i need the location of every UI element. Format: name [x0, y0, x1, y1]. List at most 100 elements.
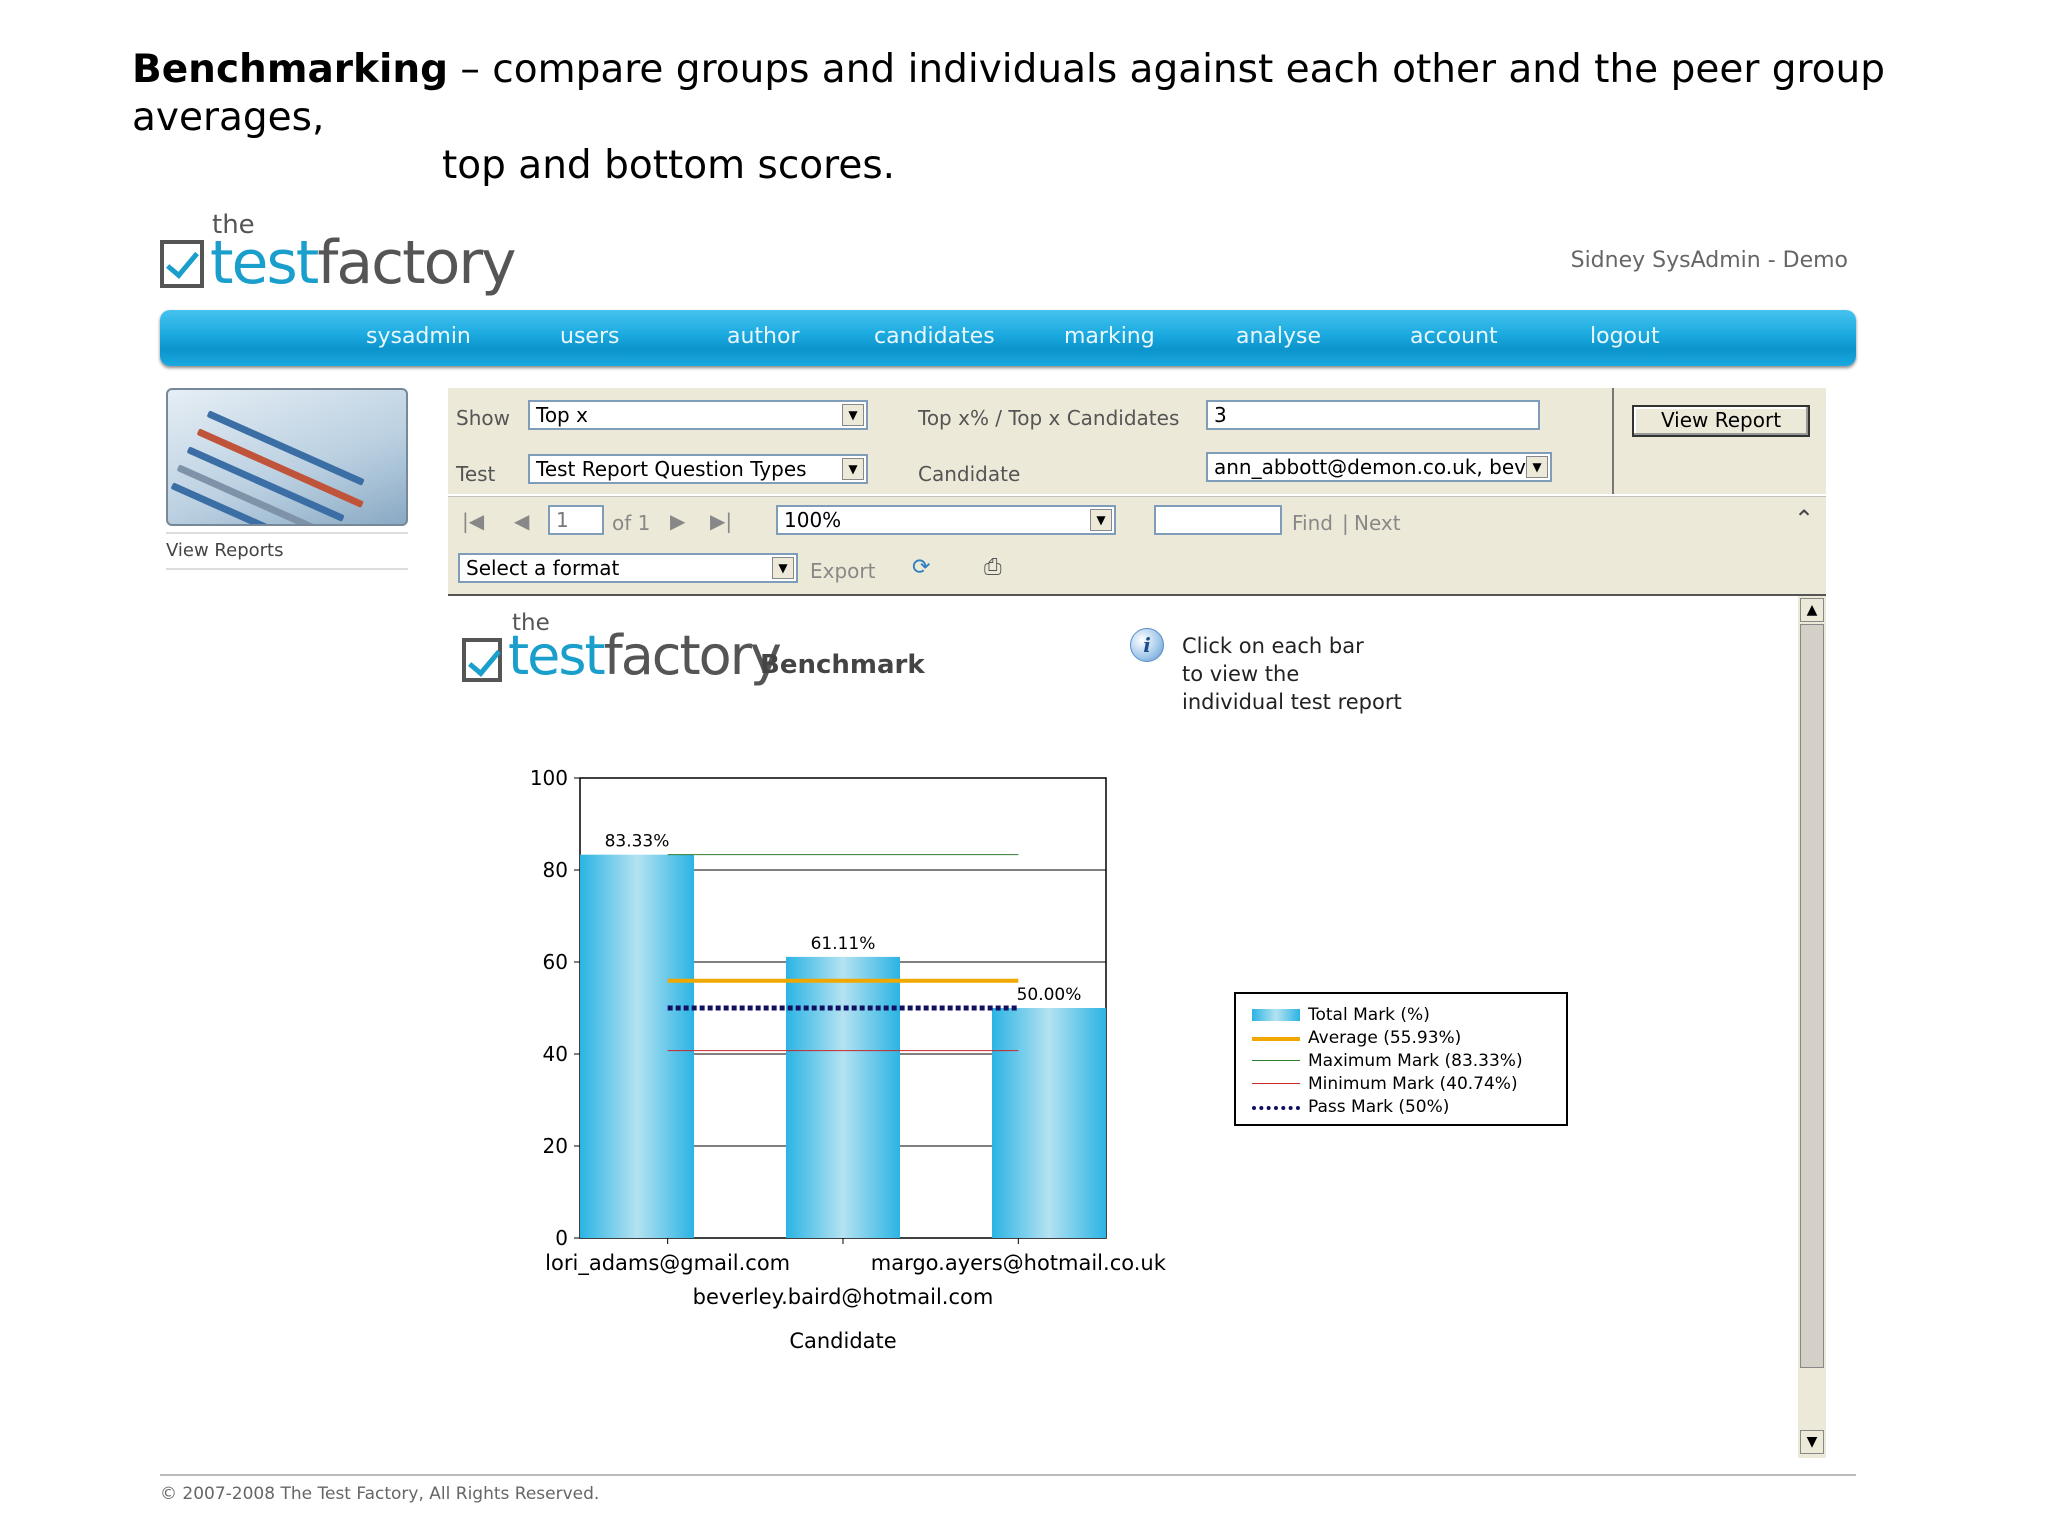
- bar-value-label: 61.11%: [811, 934, 876, 954]
- view-reports-link[interactable]: View Reports: [166, 540, 283, 561]
- legend-swatch-line: [1252, 1083, 1300, 1084]
- checkbox-logo-icon: [160, 240, 204, 288]
- test-label: Test: [456, 462, 496, 486]
- legend-label: Maximum Mark (83.33%): [1308, 1051, 1523, 1071]
- chart-hint: Click on each bar to view the individual…: [1182, 634, 1402, 714]
- export-format-select[interactable]: Select a format ▼: [458, 553, 798, 583]
- y-tick-label: 100: [530, 766, 568, 790]
- refresh-icon[interactable]: ⟳: [912, 555, 930, 580]
- info-icon: i: [1130, 628, 1164, 662]
- find-input[interactable]: [1154, 505, 1282, 535]
- chevron-down-icon[interactable]: ▼: [1526, 456, 1548, 478]
- logo-factory: factory: [603, 624, 782, 687]
- footer-divider: [160, 1474, 1856, 1476]
- bar-total-mark[interactable]: [580, 854, 694, 1238]
- y-tick-label: 0: [555, 1226, 568, 1250]
- show-select[interactable]: Top x ▼: [528, 400, 868, 430]
- slide-title-bold: Benchmarking: [132, 47, 448, 92]
- x-tick-label: margo.ayers@hotmail.co.uk: [871, 1251, 1167, 1275]
- show-select-value: Top x: [536, 403, 588, 427]
- legend-item-maximum: Maximum Mark (83.33%): [1252, 1050, 1566, 1073]
- bar-total-mark[interactable]: [786, 956, 900, 1238]
- legend-label: Pass Mark (50%): [1308, 1097, 1450, 1117]
- print-icon[interactable]: ⎙: [984, 555, 1002, 580]
- nav-marking[interactable]: marking: [1064, 324, 1155, 349]
- params-divider: [1612, 388, 1614, 494]
- report-toolbar: |◀ ◀ 1 of 1 ▶ ▶| 100% ▼ Find | Next ⌃ Se…: [448, 496, 1826, 594]
- user-name-label: Sidney SysAdmin - Demo: [1570, 248, 1848, 273]
- nav-analyse[interactable]: analyse: [1236, 324, 1321, 349]
- legend-swatch-bar: [1252, 1009, 1300, 1021]
- nav-author[interactable]: author: [727, 324, 800, 349]
- next-page-icon[interactable]: ▶: [670, 509, 685, 533]
- y-tick-label: 20: [543, 1134, 568, 1158]
- sidebar-divider: [166, 568, 408, 570]
- x-tick-label: beverley.baird@hotmail.com: [693, 1285, 994, 1309]
- nav-candidates[interactable]: candidates: [874, 324, 995, 349]
- chevron-down-icon[interactable]: ▼: [772, 557, 794, 579]
- legend-swatch-line: [1252, 1037, 1300, 1041]
- logo-test: test: [508, 624, 606, 687]
- view-reports-thumbnail[interactable]: [166, 388, 408, 526]
- zoom-select[interactable]: 100% ▼: [776, 505, 1116, 535]
- top-candidates-input[interactable]: 3: [1206, 400, 1540, 430]
- zoom-value: 100%: [784, 508, 842, 532]
- nav-logout[interactable]: logout: [1590, 324, 1660, 349]
- chart-legend: Total Mark (%) Average (55.93%) Maximum …: [1234, 992, 1568, 1126]
- bar-value-label: 83.33%: [605, 832, 670, 852]
- page-number-input[interactable]: 1: [548, 505, 604, 535]
- legend-label: Minimum Mark (40.74%): [1308, 1074, 1518, 1094]
- app-logo[interactable]: the testfactory: [158, 210, 517, 300]
- export-link[interactable]: Export: [810, 559, 875, 583]
- main-nav-bar: sysadmin users author candidates marking…: [160, 310, 1856, 366]
- bar-value-label: 50.00%: [1017, 985, 1082, 1005]
- x-axis-title: Candidate: [789, 1329, 896, 1353]
- y-tick-label: 80: [543, 858, 568, 882]
- collapse-up-icon[interactable]: ⌃: [1794, 505, 1814, 533]
- view-report-button[interactable]: View Report: [1632, 405, 1810, 437]
- test-select[interactable]: Test Report Question Types ▼: [528, 454, 868, 484]
- y-tick-label: 40: [543, 1042, 568, 1066]
- top-candidates-label: Top x% / Top x Candidates: [918, 406, 1180, 430]
- nav-sysadmin[interactable]: sysadmin: [366, 324, 471, 349]
- page-count: of 1: [612, 511, 651, 535]
- chevron-down-icon[interactable]: ▼: [1090, 509, 1112, 531]
- report-logo: the testfactory: [460, 610, 782, 700]
- find-link[interactable]: Find: [1292, 511, 1333, 535]
- previous-page-icon[interactable]: ◀: [514, 509, 529, 533]
- logo-wordmark: testfactory: [508, 624, 782, 687]
- logo-factory: factory: [317, 228, 516, 298]
- logo-test: test: [210, 228, 319, 298]
- logo-wordmark: testfactory: [210, 228, 517, 298]
- legend-label: Total Mark (%): [1308, 1005, 1430, 1025]
- candidate-label: Candidate: [918, 462, 1021, 486]
- first-page-icon[interactable]: |◀: [462, 509, 484, 533]
- find-next-separator: |: [1342, 511, 1349, 535]
- sidebar-divider: [166, 532, 408, 534]
- candidate-select-value: ann_abbott@demon.co.uk, beve: [1214, 455, 1539, 479]
- scroll-up-icon[interactable]: ▲: [1800, 598, 1824, 622]
- legend-item-minimum: Minimum Mark (40.74%): [1252, 1073, 1566, 1096]
- last-page-icon[interactable]: ▶|: [710, 509, 732, 533]
- y-tick-label: 60: [543, 950, 568, 974]
- show-label: Show: [456, 406, 510, 430]
- slide-title: Benchmarking – compare groups and indivi…: [132, 46, 1932, 190]
- nav-account[interactable]: account: [1410, 324, 1498, 349]
- legend-label: Average (55.93%): [1308, 1028, 1462, 1048]
- bar-total-mark[interactable]: [992, 1008, 1106, 1238]
- nav-users[interactable]: users: [560, 324, 619, 349]
- test-select-value: Test Report Question Types: [536, 457, 807, 481]
- legend-item-total-mark: Total Mark (%): [1252, 1004, 1566, 1027]
- legend-swatch-line: [1252, 1060, 1300, 1061]
- scroll-down-icon[interactable]: ▼: [1800, 1430, 1824, 1454]
- chevron-down-icon[interactable]: ▼: [842, 458, 864, 480]
- chevron-down-icon[interactable]: ▼: [842, 404, 864, 426]
- candidate-select[interactable]: ann_abbott@demon.co.uk, beve ▼: [1206, 452, 1552, 482]
- footer-copyright: © 2007-2008 The Test Factory, All Rights…: [160, 1484, 600, 1504]
- next-link[interactable]: Next: [1354, 511, 1401, 535]
- report-scrollbar[interactable]: ▲ ▼: [1798, 596, 1826, 1458]
- chart-plot-group: 0 20 40 60 80 100 83.33% 61.11% 50.00% lori_adams…: [530, 766, 1167, 1353]
- scroll-thumb[interactable]: [1800, 624, 1824, 1368]
- export-format-value: Select a format: [466, 556, 620, 580]
- legend-item-average: Average (55.93%): [1252, 1027, 1566, 1050]
